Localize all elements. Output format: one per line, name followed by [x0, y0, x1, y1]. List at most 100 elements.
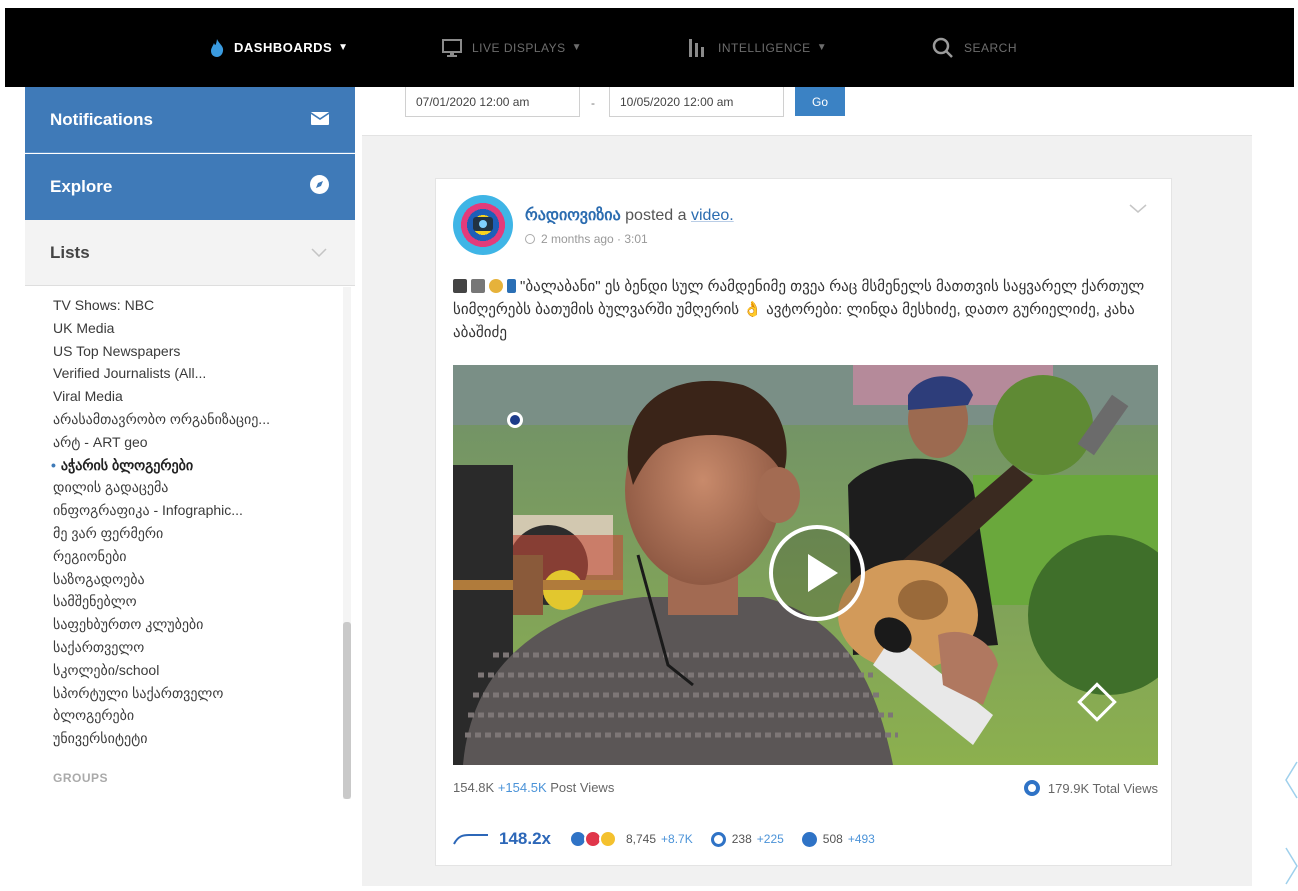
sidebar-list-item[interactable]: დილის გადაცემა — [53, 479, 168, 496]
list-item-label: US Top Newspapers — [53, 342, 181, 359]
search-icon — [932, 37, 954, 59]
nav-search[interactable]: SEARCH — [932, 8, 1017, 87]
start-date-input[interactable]: 07/01/2020 12:00 am — [405, 87, 580, 117]
sidebar-lists-header[interactable]: Lists — [25, 220, 355, 286]
phone-icon — [507, 279, 516, 293]
sidebar-list-item[interactable]: არასამთავრობო ორგანიზაციე... — [53, 411, 270, 428]
post-text: "ბალაბანი" ეს ბენდი სულ რამდენიმე თვეა რ… — [453, 275, 1153, 344]
sidebar-list-item[interactable]: UK Media — [53, 320, 114, 336]
sidebar-list-item[interactable]: • აჭარის ბლოგერები — [51, 456, 193, 474]
reactions-delta: +8.7K — [661, 832, 693, 846]
trend-sparkline-icon — [453, 831, 489, 848]
post-views-label: Post Views — [550, 780, 615, 795]
camera-icon — [471, 279, 485, 293]
reactions-count: 8,745 — [626, 832, 657, 846]
sidebar-list-item[interactable]: საზოგადოება — [53, 571, 145, 588]
post-options-chevron-icon[interactable] — [1129, 201, 1147, 219]
chevron-down-icon: ▼ — [338, 42, 349, 53]
sidebar-list-item[interactable]: არტ - ART geo — [53, 434, 148, 451]
list-item-label: საზოგადოება — [53, 570, 145, 587]
sidebar-list-item[interactable]: საფეხბურთო კლუბები — [53, 616, 203, 633]
list-item-label: არტ - ART geo — [53, 433, 148, 450]
shares-delta: +493 — [847, 832, 875, 846]
list-item-label: Viral Media — [53, 388, 123, 405]
sidebar-item-notifications[interactable]: Notifications — [25, 87, 355, 153]
thumbs-up-icon — [489, 279, 503, 293]
clapperboard-icon — [453, 279, 467, 293]
envelope-icon — [310, 110, 330, 130]
avatar[interactable] — [453, 195, 513, 255]
sidebar-list-item[interactable]: მე ვარ ფერმერი — [53, 525, 163, 542]
sidebar-item-explore[interactable]: Explore — [25, 154, 355, 220]
active-bullet-icon: • — [51, 456, 56, 473]
list-item-label: საქართველო — [53, 639, 145, 655]
performance-ratio: 148.2x — [499, 829, 551, 848]
list-item-label: UK Media — [53, 319, 115, 336]
chevron-down-icon — [311, 244, 327, 260]
lists-container: TV Shows: NBC UK Media US Top Newspapers Ve… — [25, 287, 355, 799]
list-item-label: სკოლები/school — [53, 661, 160, 678]
sidebar-list-item[interactable]: სპორტული საქართველო — [53, 685, 223, 702]
sidebar-list-item[interactable]: ბლოგერები — [53, 707, 134, 724]
nav-dashboards[interactable]: DASHBOARDS ▼ — [210, 8, 349, 87]
sidebar-list-item[interactable]: სამშენებლო — [53, 593, 137, 610]
play-button-icon[interactable] — [769, 525, 865, 621]
top-navigation-bar: DASHBOARDS ▼ LIVE DISPLAYS ▼ INTELLIGENC… — [5, 8, 1294, 87]
reactions-stat: 8,745 +8.7K — [620, 832, 693, 846]
sidebar-list-item[interactable]: რეგიონები — [53, 548, 127, 565]
explore-label: Explore — [50, 177, 113, 196]
post-views-count: 154.8K — [453, 780, 495, 795]
end-date-input[interactable]: 10/05/2020 12:00 am — [609, 87, 784, 117]
clock-icon — [525, 234, 535, 244]
reactions-icons — [569, 830, 617, 848]
scrollbar-thumb[interactable] — [343, 622, 351, 799]
post-header: რადიოვიზია posted a video. — [525, 205, 734, 225]
list-item-label: Verified Journalists (All... — [53, 365, 207, 382]
chevron-down-icon: ▼ — [816, 42, 828, 53]
post-action: posted a — [625, 207, 687, 224]
shares-stat: 508 +493 — [801, 831, 875, 847]
sidebar-list-item[interactable]: უნივერსიტეტი — [53, 730, 148, 747]
groups-section-label: GROUPS — [53, 771, 109, 785]
go-button[interactable]: Go — [795, 87, 845, 116]
sidebar-list-item[interactable]: საქართველო — [53, 639, 144, 656]
list-item-label: სამშენებლო — [53, 593, 137, 610]
compass-icon — [310, 175, 329, 199]
post-body: "ბალაბანი" ეს ბენდი სულ რამდენიმე თვეა რ… — [453, 278, 1145, 341]
list-item-label: მე ვარ ფერმერი — [53, 525, 164, 541]
sidebar-list-item[interactable]: სკოლები/school — [53, 662, 159, 679]
nav-live-displays[interactable]: LIVE DISPLAYS ▼ — [442, 8, 582, 87]
sidebar-list-item[interactable]: Verified Journalists (All... — [53, 365, 206, 381]
share-icon — [801, 831, 817, 847]
sidebar-list-item[interactable]: Viral Media — [53, 388, 123, 404]
right-edge-chevron-icon — [1284, 846, 1298, 886]
post-type-link[interactable]: video. — [691, 207, 734, 224]
date-separator: - — [591, 96, 595, 110]
nav-search-label: SEARCH — [964, 40, 1018, 55]
haha-reaction-icon — [599, 830, 617, 848]
comments-delta: +225 — [756, 832, 784, 846]
nav-dashboards-label: DASHBOARDS — [234, 40, 333, 55]
comments-count: 238 — [731, 832, 752, 846]
list-item-label: TV Shows: NBC — [53, 297, 155, 313]
list-item-label: ბლოგერები — [53, 707, 135, 724]
video-thumbnail[interactable] — [453, 365, 1158, 765]
right-edge-chevron-icon — [1284, 760, 1298, 800]
engagement-stats: 148.2x 8,745 +8.7K 238 +225 508 +493 — [453, 829, 1158, 849]
sidebar-list-item[interactable]: TV Shows: NBC — [53, 297, 154, 313]
nav-intelligence[interactable]: INTELLIGENCE ▼ — [688, 8, 827, 87]
views-row: 154.8K +154.5K Post Views 179.9K Total V… — [453, 780, 1158, 796]
sidebar-list-item[interactable]: US Top Newspapers — [53, 343, 180, 359]
list-item-label: სპორტული საქართველო — [53, 684, 224, 701]
comments-stat: 238 +225 — [710, 831, 784, 847]
bar-chart-icon — [688, 38, 708, 57]
author-name[interactable]: რადიოვიზია — [525, 207, 621, 224]
post-views-delta: +154.5K — [497, 780, 547, 795]
lists-label: Lists — [50, 242, 90, 262]
sidebar: Notifications Explore Lists TV Shows: NB… — [25, 87, 355, 886]
total-views: 179.9K Total Views — [1023, 780, 1158, 796]
notifications-label: Notifications — [50, 109, 153, 129]
shares-count: 508 — [822, 832, 843, 846]
nav-live-displays-label: LIVE DISPLAYS — [472, 40, 566, 55]
sidebar-list-item[interactable]: ინფოგრაფიკა - Infographic... — [53, 502, 243, 519]
